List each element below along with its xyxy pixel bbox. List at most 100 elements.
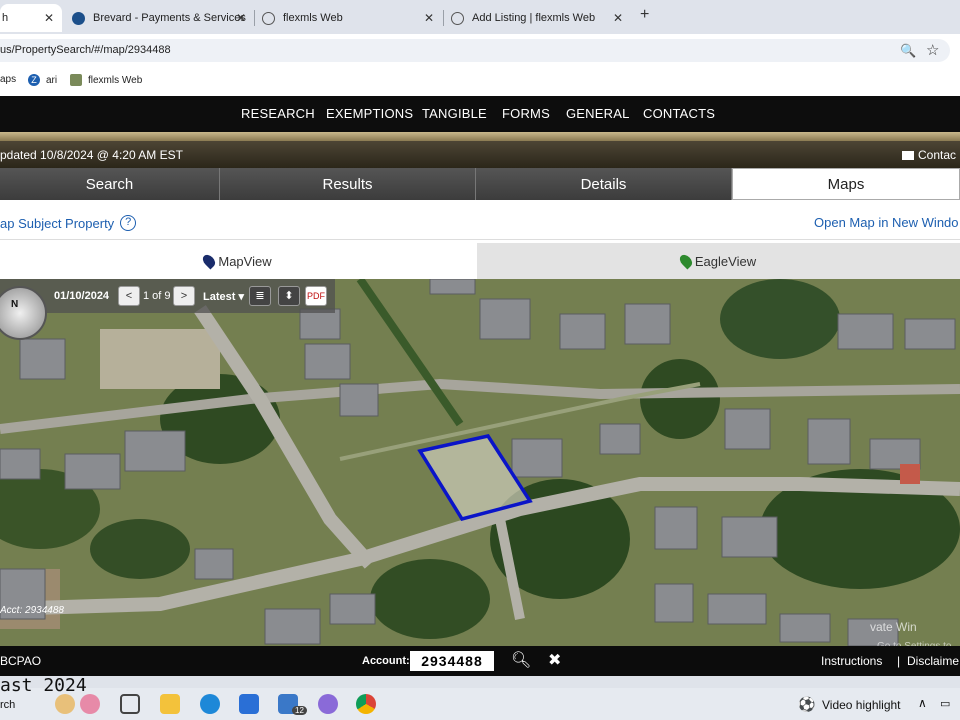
taskbar-search[interactable]: rch xyxy=(0,699,15,711)
latest-dropdown[interactable]: Latest ▾ xyxy=(203,290,244,303)
tab-maps[interactable]: Maps xyxy=(732,168,960,200)
flexmls-favicon-icon xyxy=(262,11,275,25)
bookmark-label: aps xyxy=(0,74,17,85)
footer-separator: | xyxy=(897,654,901,668)
flexmls-bookmark-icon xyxy=(70,74,82,86)
tab-title: Brevard - Payments & Services xyxy=(93,12,246,24)
next-image-button[interactable]: > xyxy=(173,286,195,306)
windows-activation-watermark: vate Win xyxy=(870,620,917,634)
tab-separator xyxy=(443,10,444,26)
close-tab-icon[interactable]: ✕ xyxy=(236,11,246,25)
image-page-indicator: 1 of 9 xyxy=(143,290,171,302)
desktop-banner-text: ast 2024 xyxy=(0,675,87,696)
map-pin-icon xyxy=(200,252,218,270)
search-icon[interactable]: 🔍︎ xyxy=(511,650,531,670)
map-pin-icon xyxy=(677,252,695,270)
site-nav: RESEARCH EXEMPTIONS TANGIBLE FORMS GENER… xyxy=(0,96,960,132)
bookmark-star-icon[interactable]: ☆ xyxy=(926,41,939,59)
bookmark-flexmls[interactable]: flexmls Web xyxy=(70,74,142,86)
address-bar: us/PropertySearch/#/map/2934488 xyxy=(0,34,960,66)
bookmark-ari[interactable]: Z ari xyxy=(28,74,57,86)
video-highlight-icon: ⚽ xyxy=(798,696,816,712)
contact-label: Contac xyxy=(918,148,957,162)
nav-general[interactable]: GENERAL xyxy=(566,106,630,121)
store-icon[interactable] xyxy=(239,694,259,714)
main-tabs: Search Results Details Maps xyxy=(0,168,960,200)
imagery-date: 01/10/2024 xyxy=(54,290,110,302)
contact-link[interactable]: Contac xyxy=(902,148,956,162)
nav-tangible[interactable]: TANGIBLE xyxy=(422,106,487,121)
aerial-map[interactable] xyxy=(0,279,960,646)
tab-eagleview[interactable]: EagleView xyxy=(477,243,960,279)
view-tabs: MapView EagleView xyxy=(0,241,960,279)
bookmark-label: flexmls Web xyxy=(88,74,143,86)
task-view-icon[interactable] xyxy=(120,694,140,714)
layers-icon[interactable]: ≣ xyxy=(249,286,271,306)
url-input[interactable]: us/PropertySearch/#/map/2934488 xyxy=(0,39,950,62)
pdf-icon[interactable]: PDF xyxy=(305,286,327,306)
open-map-new-window-link[interactable]: Open Map in New Windo xyxy=(814,215,959,230)
tab-separator xyxy=(254,10,255,26)
close-tab-icon[interactable]: ✕ xyxy=(424,11,434,25)
tab-details[interactable]: Details xyxy=(476,168,732,200)
mail-badge: 12 xyxy=(292,706,307,715)
new-tab-button[interactable]: + xyxy=(640,6,649,24)
video-highlight-text[interactable]: Video highlight xyxy=(822,698,901,712)
tab-label: EagleView xyxy=(694,253,757,269)
browser-tab-brevard[interactable]: Brevard - Payments & Services ✕ xyxy=(64,4,254,32)
latest-label: Latest xyxy=(203,291,236,303)
close-tab-icon[interactable]: ✕ xyxy=(613,11,623,25)
tab-title: flexmls Web xyxy=(283,12,343,24)
cupcake-icon[interactable] xyxy=(80,694,100,714)
browser-tab-bar: h ✕ Brevard - Payments & Services ✕ flex… xyxy=(0,0,960,34)
tab-title: h xyxy=(2,12,9,24)
flexmls-favicon-icon xyxy=(451,11,464,25)
edge-browser-icon[interactable] xyxy=(200,694,220,714)
decorative-strip xyxy=(0,132,960,141)
last-updated-text: pdated 10/8/2024 @ 4:20 AM EST xyxy=(0,148,183,162)
nav-forms[interactable]: FORMS xyxy=(502,106,550,121)
aerial-imagery xyxy=(0,279,960,646)
browser-tab-active[interactable]: h ✕ xyxy=(0,4,62,32)
nav-contacts[interactable]: CONTACTS xyxy=(643,106,715,121)
tab-label: MapView xyxy=(218,253,272,269)
close-tab-icon[interactable]: ✕ xyxy=(44,11,54,25)
prev-image-button[interactable]: < xyxy=(118,286,140,306)
windows-taskbar xyxy=(0,688,960,720)
account-label: Account: xyxy=(362,655,410,667)
file-explorer-icon[interactable] xyxy=(160,694,180,714)
tray-chevron-icon[interactable]: ∧ xyxy=(918,696,927,710)
bookmarks-bar: aps Z ari flexmls Web xyxy=(0,66,960,96)
compass-north-label: N xyxy=(11,299,19,310)
brevard-favicon-icon xyxy=(72,11,85,25)
nav-exemptions[interactable]: EXEMPTIONS xyxy=(326,106,413,121)
zoom-icon[interactable]: 🔍 xyxy=(900,43,916,59)
bookmark-maps[interactable]: aps xyxy=(0,74,16,85)
disclaimer-link[interactable]: Disclaime xyxy=(907,654,959,668)
cookie-icon[interactable] xyxy=(55,694,75,714)
tray-network-icon[interactable]: ▭ xyxy=(940,697,950,710)
bookmark-label: ari xyxy=(46,74,58,86)
tab-title: Add Listing | flexmls Web xyxy=(472,12,596,24)
close-icon[interactable]: ✖ xyxy=(548,650,561,670)
org-label: BCPAO xyxy=(0,654,42,668)
browser-tab-add-listing[interactable]: Add Listing | flexmls Web ✕ xyxy=(445,4,631,32)
map-subject-property-link[interactable]: ap Subject Property ? xyxy=(0,215,137,231)
map-account-overlay: Acct: 2934488 xyxy=(0,605,64,616)
nav-research[interactable]: RESEARCH xyxy=(241,106,315,121)
envelope-icon xyxy=(902,150,914,160)
browser-tab-flexmls[interactable]: flexmls Web ✕ xyxy=(256,4,442,32)
subject-bar: ap Subject Property ? Open Map in New Wi… xyxy=(0,200,960,240)
copilot-icon[interactable] xyxy=(318,694,338,714)
tab-results[interactable]: Results xyxy=(220,168,476,200)
account-input[interactable]: 2934488 xyxy=(410,651,494,671)
help-icon[interactable]: ? xyxy=(120,215,137,231)
tab-search[interactable]: Search xyxy=(0,168,220,200)
instructions-link[interactable]: Instructions xyxy=(821,654,882,668)
tab-mapview[interactable]: MapView xyxy=(0,243,476,279)
update-bar: pdated 10/8/2024 @ 4:20 AM EST Contac xyxy=(0,141,960,168)
pin-tool-icon[interactable]: ⬍ xyxy=(278,286,300,306)
z-logo-icon: Z xyxy=(28,74,40,86)
subject-label: ap Subject Property xyxy=(0,215,115,231)
chrome-icon[interactable] xyxy=(356,694,376,714)
